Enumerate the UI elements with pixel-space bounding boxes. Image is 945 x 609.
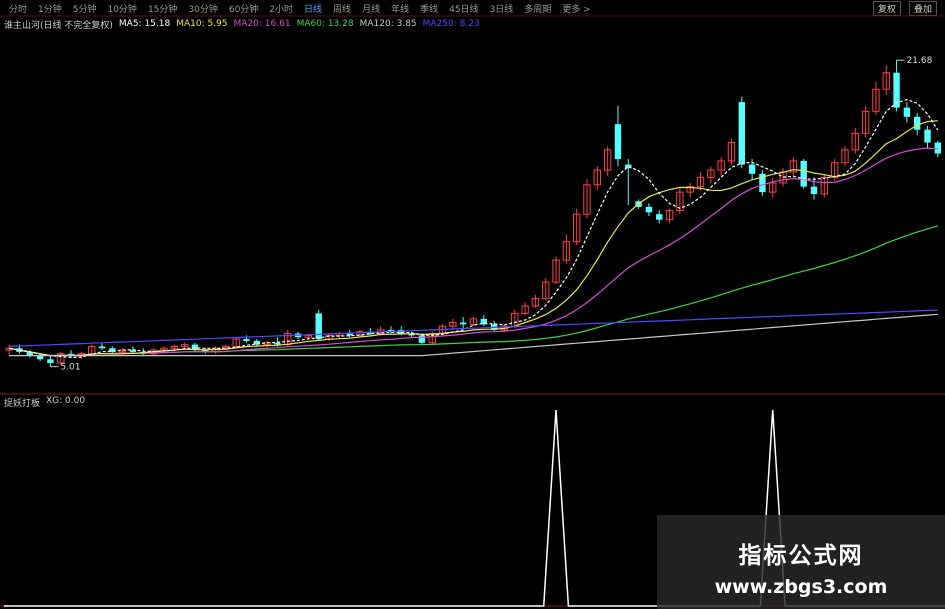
candle-body	[903, 107, 911, 117]
candle-body	[98, 346, 106, 349]
candle-body	[810, 186, 818, 194]
watermark-url: www.zbgs3.com	[714, 576, 888, 598]
candle-body	[914, 116, 921, 130]
candle-body	[614, 124, 622, 160]
ma60-line	[9, 225, 938, 357]
candle-body	[243, 339, 250, 341]
candle-body	[924, 129, 931, 143]
candle-body	[315, 313, 322, 340]
candles-layer	[5, 60, 942, 367]
candle-body	[748, 164, 756, 174]
candle-body	[738, 102, 745, 165]
sub-indicator-legend: 捉妖打板 XG: 0.00	[4, 396, 85, 409]
low-price-label: 5.01	[60, 363, 80, 373]
candle-body	[645, 206, 653, 213]
high-price-label: 21.68	[907, 56, 933, 66]
watermark-title: 指标公式网	[738, 543, 864, 569]
sub-indicator-name: 捉妖打板	[4, 399, 41, 409]
candle-body	[274, 342, 281, 345]
watermark: 指标公式网 www.zbgs3.com	[657, 515, 945, 609]
candle-body	[47, 359, 54, 363]
candle-body	[459, 322, 467, 325]
candle-body	[800, 160, 807, 187]
ma250-line	[9, 309, 938, 347]
sub-indicator-value: XG: 0.00	[46, 396, 86, 406]
candle-body	[656, 214, 663, 220]
candle-body	[418, 335, 426, 343]
